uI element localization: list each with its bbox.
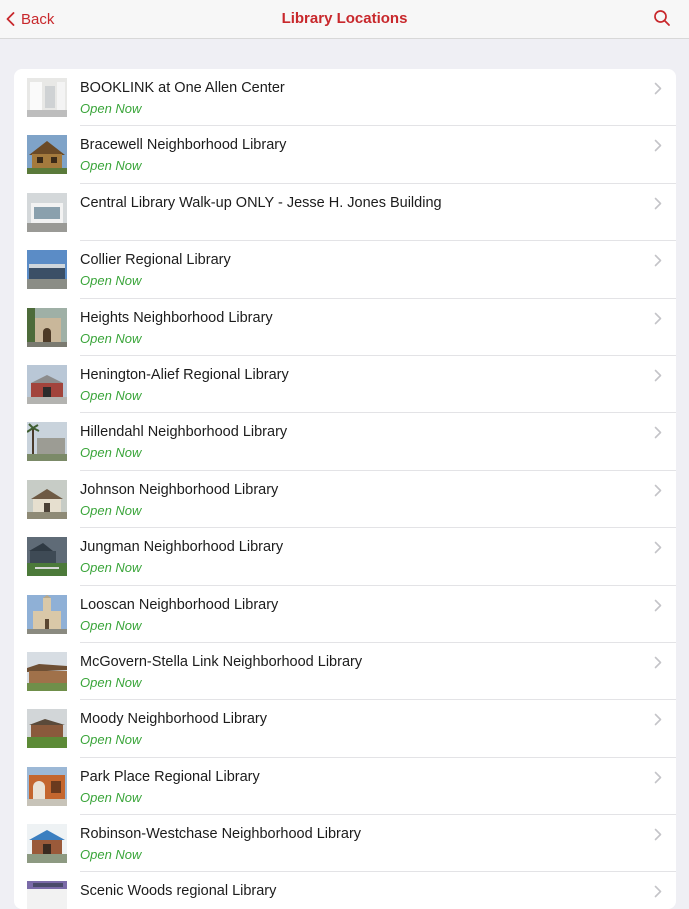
disclosure-chevron (654, 312, 662, 330)
location-row[interactable]: BOOKLINK at One Allen Center Open Now (14, 69, 676, 127)
location-row[interactable]: Jungman Neighborhood Library Open Now (14, 528, 676, 586)
location-name: McGovern-Stella Link Neighborhood Librar… (80, 653, 363, 670)
location-photo (27, 78, 67, 117)
open-status: Open Now (80, 387, 142, 403)
location-row[interactable]: Central Library Walk-up ONLY - Jesse H. … (14, 184, 676, 242)
location-photo (27, 651, 67, 691)
chevron-right-icon (654, 599, 662, 611)
chevron-right-icon (654, 541, 662, 554)
library-list: BOOKLINK at One Allen Center Open Now Brac… (14, 69, 676, 909)
location-photo (27, 537, 67, 577)
chevron-right-icon (654, 886, 662, 898)
open-status: Open Now (80, 158, 142, 174)
location-row[interactable]: Henington-Alief Regional Library Open Now (14, 356, 676, 414)
location-name: Moody Neighborhood Library (80, 711, 267, 728)
location-row[interactable]: Hillendahl Neighborhood Library Open Now (14, 413, 676, 471)
open-status: Open Now (80, 674, 142, 690)
location-photo (27, 135, 67, 175)
disclosure-chevron (654, 656, 662, 674)
location-name: Hillendahl Neighborhood Library (80, 424, 288, 441)
search-button[interactable] (653, 9, 671, 32)
open-status: Open Now (80, 560, 142, 576)
disclosure-chevron (654, 771, 662, 789)
chevron-left-icon (6, 12, 15, 26)
disclosure-chevron (654, 369, 662, 387)
chevron-right-icon (654, 82, 662, 95)
location-row[interactable]: McGovern-Stella Link Neighborhood Librar… (14, 643, 676, 701)
page-title: Library Locations (281, 10, 408, 27)
disclosure-chevron (654, 82, 662, 100)
chevron-right-icon (654, 197, 662, 210)
open-status: Open Now (80, 502, 142, 518)
open-status: Open Now (80, 617, 142, 633)
disclosure-chevron (654, 828, 662, 846)
disclosure-chevron (654, 713, 662, 731)
open-status: Open Now (80, 273, 142, 289)
disclosure-chevron (654, 426, 662, 444)
disclosure-chevron (654, 885, 662, 903)
chevron-right-icon (654, 312, 662, 324)
location-photo (27, 364, 67, 404)
location-row[interactable]: Moody Neighborhood Library Open Now (14, 700, 676, 758)
disclosure-chevron (654, 599, 662, 617)
location-row[interactable]: Bracewell Neighborhood Library Open Now (14, 126, 676, 184)
search-icon (654, 10, 670, 26)
location-row[interactable]: Scenic Woods regional Library (14, 872, 676, 909)
location-row[interactable]: Johnson Neighborhood Library Open Now (14, 471, 676, 529)
location-row[interactable]: Robinson-Westchase Neighborhood Library O… (14, 815, 676, 873)
location-name: Robinson-Westchase Neighborhood Library (80, 826, 362, 843)
open-status: Open Now (80, 847, 142, 863)
open-status: Open Now (80, 445, 142, 461)
location-photo (27, 479, 67, 519)
back-button[interactable]: Back (6, 9, 54, 29)
location-name: BOOKLINK at One Allen Center (80, 80, 285, 96)
chevron-right-icon (654, 140, 662, 152)
disclosure-chevron (654, 541, 662, 559)
location-row[interactable]: Looscan Neighborhood Library Open Now (14, 586, 676, 643)
disclosure-chevron (654, 484, 662, 502)
chevron-right-icon (654, 771, 662, 783)
chevron-right-icon (654, 484, 662, 497)
chevron-right-icon (654, 828, 662, 841)
location-photo (27, 250, 67, 290)
chevron-right-icon (654, 369, 662, 382)
location-name: Looscan Neighborhood Library (80, 596, 279, 613)
location-name: Park Place Regional Library (80, 768, 260, 785)
disclosure-chevron (654, 254, 662, 272)
disclosure-chevron (654, 197, 662, 215)
location-row[interactable]: Park Place Regional Library Open Now (14, 758, 676, 816)
location-name: Johnson Neighborhood Library (80, 481, 279, 498)
chevron-right-icon (654, 254, 662, 267)
back-label: Back (21, 10, 55, 28)
location-name: Collier Regional Library (80, 252, 231, 269)
location-photo (27, 422, 67, 462)
open-status: Open Now (80, 330, 142, 346)
location-name: Heights Neighborhood Library (80, 309, 273, 326)
chevron-right-icon (654, 713, 662, 726)
open-status: Open Now (80, 732, 142, 748)
location-photo (27, 824, 67, 864)
location-name: Jungman Neighborhood Library (80, 539, 284, 556)
location-photo (27, 594, 67, 634)
open-status: Open Now (80, 789, 142, 805)
location-name: Henington-Alief Regional Library (80, 366, 289, 383)
location-photo (27, 192, 67, 232)
location-row[interactable]: Collier Regional Library Open Now (14, 241, 676, 299)
chevron-right-icon (654, 656, 662, 669)
disclosure-chevron (654, 139, 662, 157)
location-photo (27, 709, 67, 749)
navigation-bar: Back Library Locations (0, 0, 689, 39)
open-status: Open Now (80, 101, 142, 116)
location-photo (27, 881, 67, 909)
location-name: Bracewell Neighborhood Library (80, 137, 287, 154)
location-row[interactable]: Heights Neighborhood Library Open Now (14, 299, 676, 356)
location-photo (27, 766, 67, 806)
location-photo (27, 307, 67, 347)
location-name: Scenic Woods regional Library (80, 883, 277, 900)
location-name: Central Library Walk-up ONLY - Jesse H. … (80, 194, 442, 211)
chevron-right-icon (654, 427, 662, 439)
